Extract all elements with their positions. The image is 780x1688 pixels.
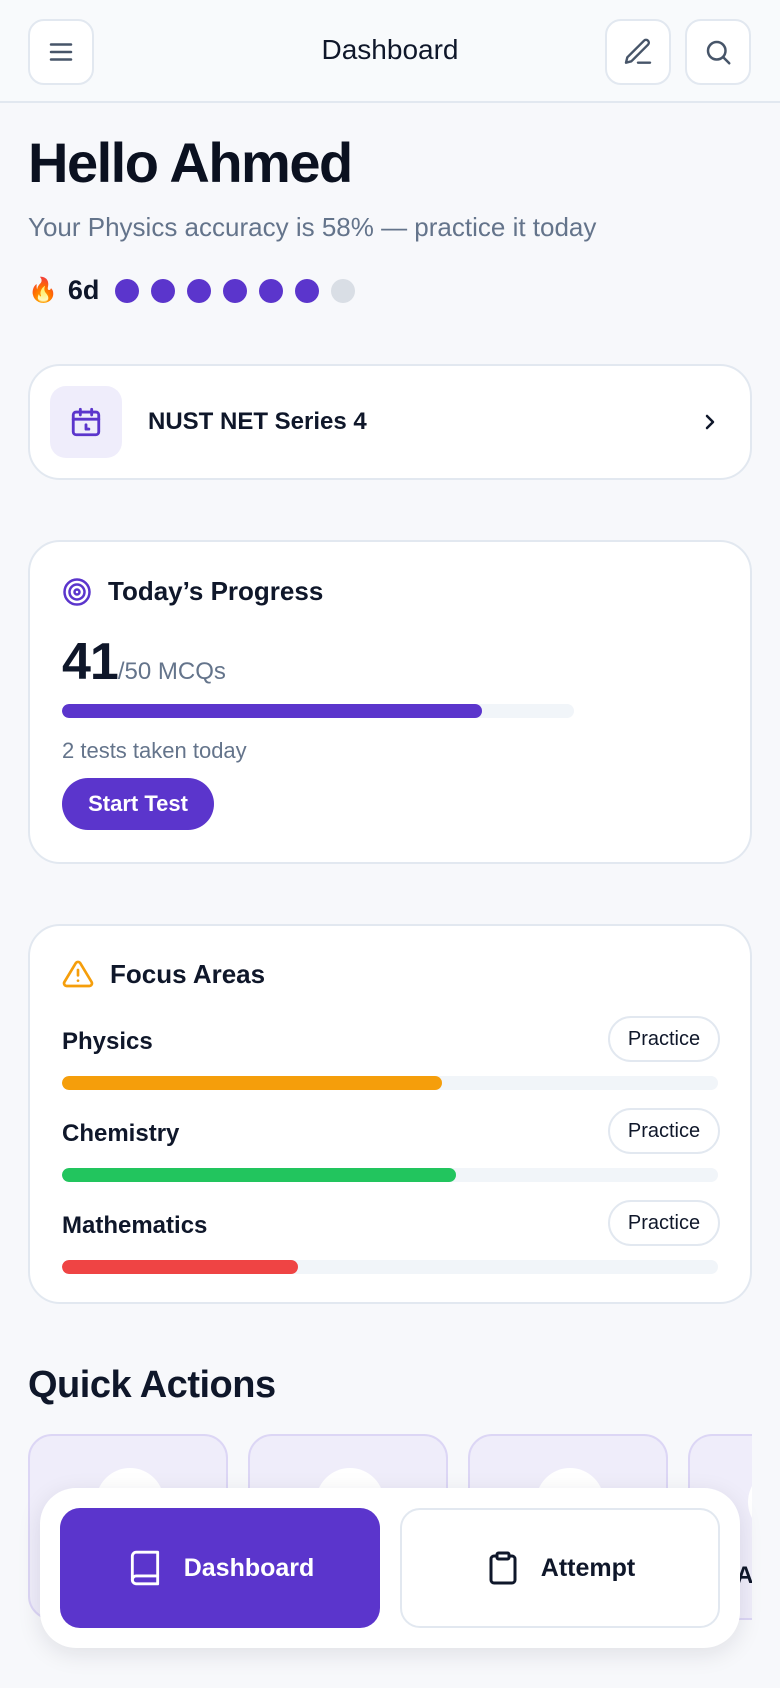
practice-button-mathematics[interactable]: Practice <box>608 1200 720 1246</box>
progress-header: Today’s Progress <box>62 576 323 607</box>
streak-days: 6d <box>67 275 100 305</box>
practice-button-physics[interactable]: Practice <box>608 1016 720 1062</box>
nav-attempt-label: Attempt <box>540 1553 636 1582</box>
calendar-icon <box>71 407 101 437</box>
target-icon <box>63 577 91 606</box>
progress-card: Today’s Progress 41/50 MCQs 2 tests take… <box>28 540 752 864</box>
quick-action-icon-circle <box>748 1468 752 1536</box>
nav-dashboard-label: Dashboard <box>183 1553 315 1582</box>
mcq-done: 41 <box>62 633 119 691</box>
streak-dots <box>115 278 367 303</box>
subject-fill-chemistry <box>62 1168 456 1182</box>
search-button[interactable] <box>685 19 751 85</box>
mcq-count: 41/50 MCQs <box>62 632 226 692</box>
start-test-button[interactable]: Start Test <box>62 778 214 830</box>
top-bar: Dashboard <box>0 0 780 103</box>
progress-title: Today’s Progress <box>108 576 324 606</box>
subject-bar-mathematics <box>62 1260 718 1274</box>
nav-dashboard[interactable]: Dashboard <box>60 1508 380 1628</box>
tests-taken: 2 tests taken today <box>62 738 247 763</box>
practice-button-chemistry[interactable]: Practice <box>608 1108 720 1154</box>
chevron-right-icon <box>705 414 715 430</box>
subject-fill-mathematics <box>62 1260 299 1274</box>
streak-dot-filled <box>259 278 284 303</box>
nav-attempt[interactable]: Attempt <box>400 1508 720 1628</box>
quick-actions-title: Quick Actions <box>28 1364 276 1406</box>
subject-fill-physics <box>62 1076 443 1090</box>
subject-name-physics: Physics <box>62 1028 153 1055</box>
edit-button[interactable] <box>605 19 671 85</box>
streak-dot-filled <box>187 278 212 303</box>
streak-dot-empty <box>331 278 356 303</box>
subject-bar-chemistry <box>62 1168 718 1182</box>
calendar-badge <box>50 386 122 458</box>
streak-dot-filled <box>151 278 176 303</box>
fire-icon: 🔥 <box>28 277 58 304</box>
streak-dot-filled <box>115 278 140 303</box>
pencil-icon <box>624 38 652 64</box>
streak-dot-filled <box>295 278 320 303</box>
progress-bar <box>62 704 574 718</box>
next-test-label: NUST NET Series 4 <box>148 408 367 435</box>
search-icon <box>706 40 731 65</box>
bottom-nav: Dashboard Attempt <box>40 1488 740 1648</box>
greeting-subtitle: Your Physics accuracy is 58% — practice … <box>28 212 597 242</box>
focus-title: Focus Areas <box>110 958 266 989</box>
clipboard-icon <box>489 1551 517 1585</box>
subject-bar-physics <box>62 1076 718 1090</box>
warning-icon <box>62 960 94 988</box>
subject-name-chemistry: Chemistry <box>62 1120 180 1147</box>
focus-areas-card: Focus Areas Physics Practice Chemistry P… <box>28 924 752 1304</box>
greeting-title: Hello Ahmed <box>28 131 353 194</box>
focus-header: Focus Areas <box>62 958 265 990</box>
mcq-goal: /50 MCQs <box>117 658 226 685</box>
streak-row: 🔥 6d <box>28 275 367 306</box>
progress-fill <box>62 704 482 718</box>
next-test-card[interactable]: NUST NET Series 4 <box>28 364 752 480</box>
streak-dot-filled <box>223 278 248 303</box>
subject-name-mathematics: Mathematics <box>62 1212 208 1239</box>
book-icon <box>130 1550 159 1586</box>
